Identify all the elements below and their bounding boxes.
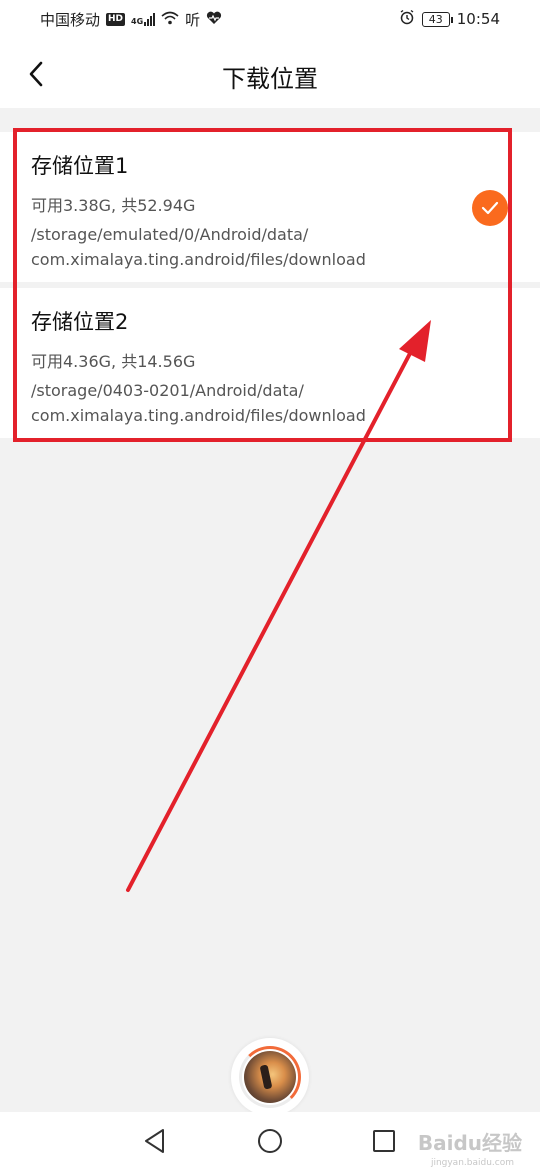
triangle-back-icon — [145, 1129, 164, 1153]
clock-time: 10:54 — [456, 10, 500, 28]
storage-path-line: /storage/emulated/0/Android/data/ — [31, 225, 309, 244]
circle-home-icon — [258, 1129, 282, 1153]
storage-path-line: com.ximalaya.ting.android/files/download — [31, 250, 366, 269]
player-progress-ring — [239, 1046, 301, 1108]
status-right: 43 10:54 — [399, 9, 500, 29]
storage-path: /storage/0403-0201/Android/data/ com.xim… — [31, 378, 471, 428]
storage-name: 存储位置1 — [31, 154, 129, 178]
storage-item-2[interactable]: 存储位置2 可用4.36G, 共14.56G /storage/0403-020… — [0, 288, 540, 438]
selected-check — [472, 190, 508, 226]
storage-path: /storage/emulated/0/Android/data/ com.xi… — [31, 222, 471, 272]
alarm-icon — [399, 9, 415, 29]
nav-recent-button[interactable] — [369, 1126, 399, 1156]
mini-player-button[interactable] — [231, 1038, 309, 1116]
storage-name: 存储位置2 — [31, 310, 129, 334]
nav-back-button[interactable] — [140, 1126, 170, 1156]
header: 下载位置 — [0, 38, 540, 108]
status-left: 中国移动 HD 4G 听 — [40, 9, 222, 30]
heart-rate-icon — [206, 11, 222, 29]
storage-path-line: /storage/0403-0201/Android/data/ — [31, 381, 304, 400]
storage-space: 可用4.36G, 共14.56G — [31, 352, 196, 371]
page-title: 下载位置 — [222, 65, 318, 93]
storage-list: 存储位置1 可用3.38G, 共52.94G /storage/emulated… — [0, 132, 540, 438]
hd-icon: HD — [106, 13, 126, 26]
watermark: Baidu经验 — [417, 1131, 522, 1155]
battery-icon: 43 — [421, 11, 453, 27]
album-cover — [244, 1051, 296, 1103]
square-recent-icon — [373, 1130, 395, 1152]
network-type-label: 4G — [131, 17, 144, 26]
storage-space: 可用3.38G, 共52.94G — [31, 196, 196, 215]
check-icon — [481, 201, 499, 215]
watermark-url: jingyan.baidu.com — [430, 1158, 514, 1168]
listen-icon: 听 — [185, 11, 201, 29]
storage-item-1[interactable]: 存储位置1 可用3.38G, 共52.94G /storage/emulated… — [0, 132, 540, 282]
nav-home-button[interactable] — [255, 1126, 285, 1156]
wifi-icon — [161, 11, 179, 29]
storage-path-line: com.ximalaya.ting.android/files/download — [31, 406, 366, 425]
carrier-label: 中国移动 — [40, 11, 101, 29]
status-bar: 中国移动 HD 4G 听 43 10:54 — [0, 0, 540, 38]
cellular-signal-icon: 4G — [131, 13, 156, 26]
